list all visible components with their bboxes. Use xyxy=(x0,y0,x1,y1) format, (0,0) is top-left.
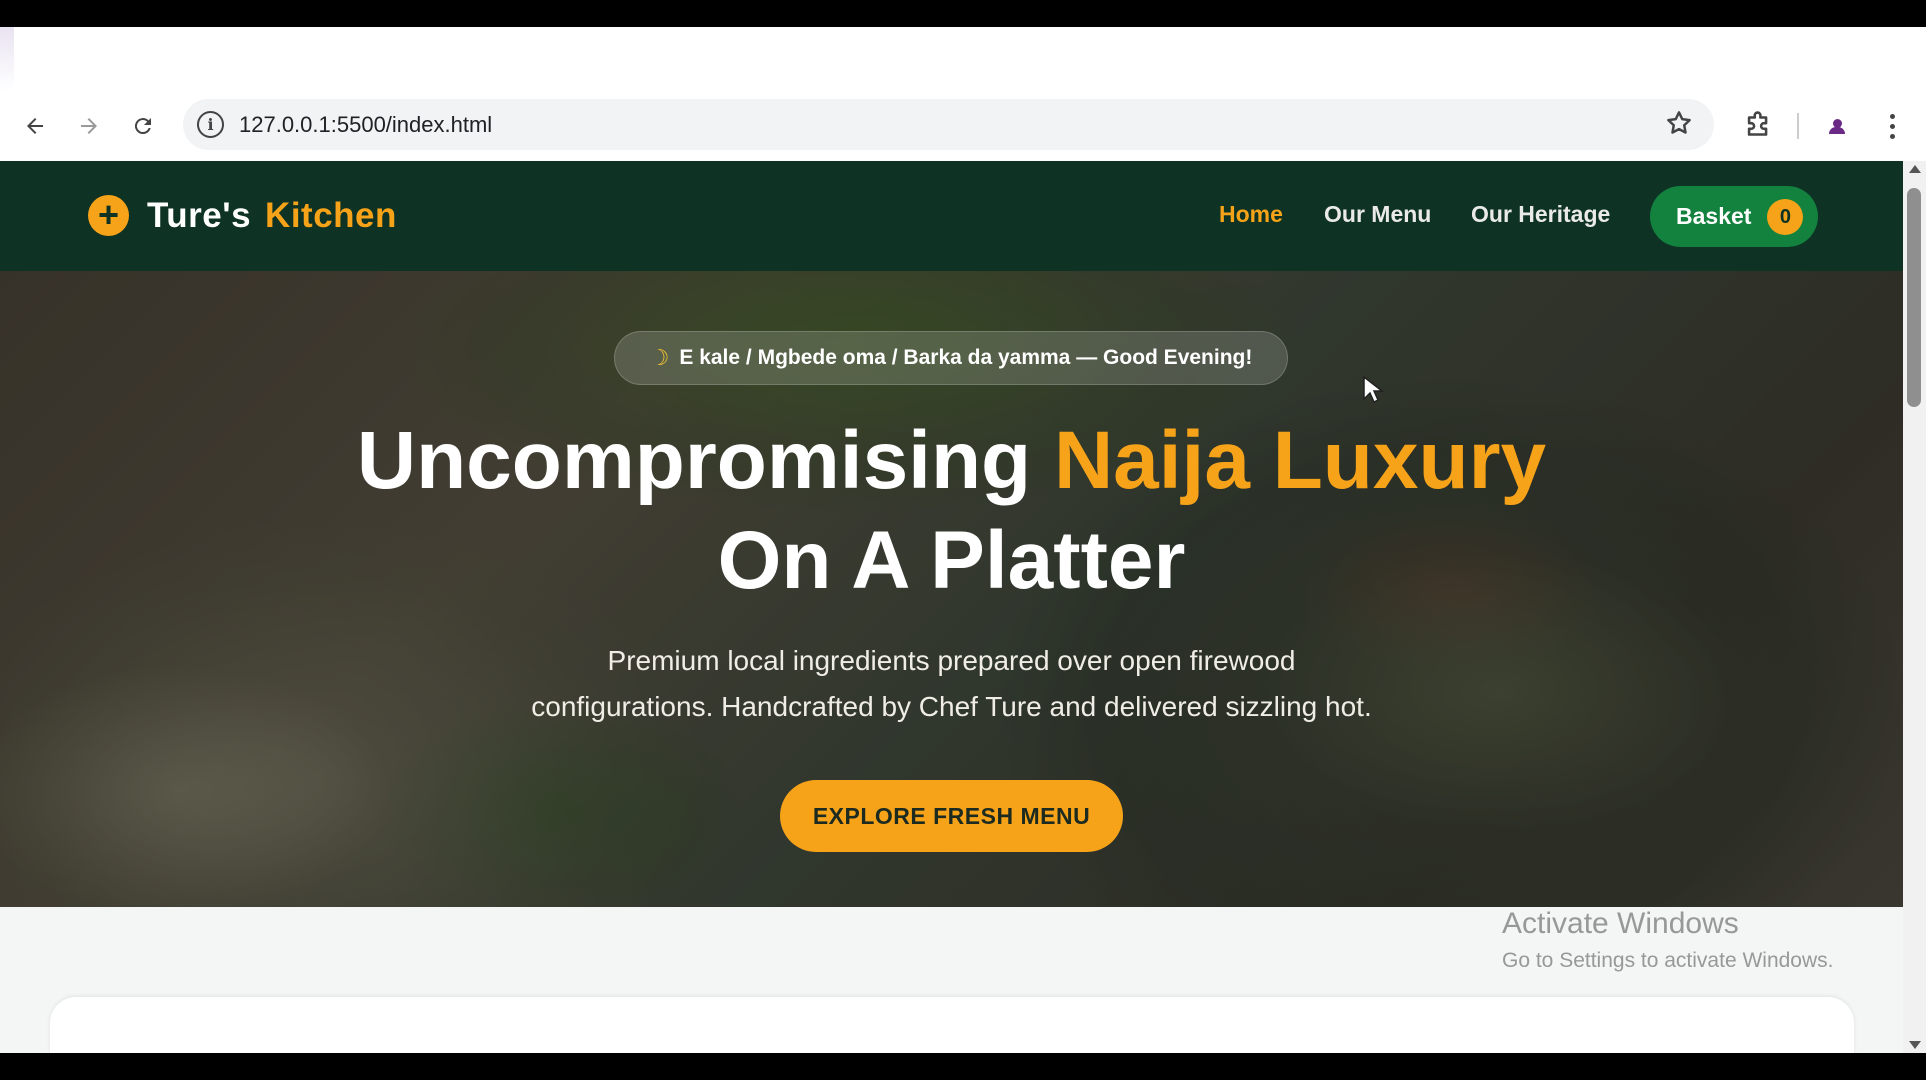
hero-subcopy-line-2: configurations. Handcrafted by Chef Ture… xyxy=(531,691,1372,722)
greeting-text: E kale / Mgbede oma / Barka da yamma — G… xyxy=(679,346,1253,369)
basket-button[interactable]: Basket 0 xyxy=(1650,186,1818,247)
site-logo[interactable]: + Ture's Kitchen xyxy=(88,195,397,236)
explore-menu-button[interactable]: EXPLORE FRESH MENU xyxy=(780,780,1123,852)
headline-accent: Naija Luxury xyxy=(1053,415,1547,506)
forward-button[interactable] xyxy=(70,107,108,145)
headline-text: Uncompromising xyxy=(356,415,1032,506)
back-button[interactable] xyxy=(16,107,54,145)
hero-headline-line-2: On A Platter xyxy=(717,515,1186,606)
nav-home[interactable]: Home xyxy=(1219,201,1283,228)
page-scrollbar[interactable] xyxy=(1903,161,1926,1053)
screen-top-edge xyxy=(0,0,1926,27)
kebab-dot xyxy=(1889,123,1895,129)
nav-our-heritage[interactable]: Our Heritage xyxy=(1471,201,1610,228)
scroll-thumb[interactable] xyxy=(1907,188,1921,407)
activate-windows-title: Activate Windows xyxy=(1502,907,1739,940)
nav-our-menu[interactable]: Our Menu xyxy=(1324,201,1431,228)
activate-windows-subtitle: Go to Settings to activate Windows. xyxy=(1502,949,1834,972)
basket-count-badge: 0 xyxy=(1767,198,1804,235)
hero-section: ☽ E kale / Mgbede oma / Barka da yamma —… xyxy=(0,271,1903,907)
page-viewport: + Ture's Kitchen Home Our Menu Our Herit… xyxy=(0,161,1903,1053)
url-text[interactable]: 127.0.0.1:5500/index.html xyxy=(239,112,492,138)
toolbar-divider xyxy=(1797,113,1799,139)
content-card xyxy=(50,997,1854,1053)
browser-tab-strip xyxy=(0,27,1926,91)
mouse-cursor-icon xyxy=(1363,375,1384,404)
logo-accent: Kitchen xyxy=(265,195,397,235)
screen-bottom-edge xyxy=(0,1053,1926,1080)
address-bar[interactable]: i 127.0.0.1:5500/index.html xyxy=(183,99,1714,150)
more-vertical-icon[interactable] xyxy=(1880,109,1904,143)
puzzle-icon[interactable] xyxy=(1742,109,1776,143)
logo-plus-icon: + xyxy=(88,195,129,236)
site-header: + Ture's Kitchen Home Our Menu Our Herit… xyxy=(0,161,1903,271)
profile-body xyxy=(1829,127,1845,134)
person-icon[interactable] xyxy=(1820,109,1854,143)
logo-name: Ture's xyxy=(147,195,252,235)
browser-toolbar: i 127.0.0.1:5500/index.html xyxy=(0,91,1926,161)
kebab-dot xyxy=(1889,113,1895,119)
bookmark-star-icon[interactable] xyxy=(1664,108,1694,146)
moon-icon: ☽ xyxy=(649,345,670,370)
arrow-left-icon xyxy=(27,118,43,134)
hero-headline-line-1: Uncompromising Naija Luxury xyxy=(0,411,1903,511)
reload-icon xyxy=(134,118,151,135)
hero-subcopy-line-1: Premium local ingredients prepared over … xyxy=(607,645,1296,676)
reload-button[interactable] xyxy=(124,107,162,145)
scroll-up-arrow-icon[interactable] xyxy=(1909,165,1921,173)
scroll-down-arrow-icon[interactable] xyxy=(1909,1041,1921,1049)
kebab-dot xyxy=(1889,133,1895,139)
info-icon[interactable]: i xyxy=(197,111,224,138)
tab-strip-accent xyxy=(0,27,14,91)
greeting-pill: ☽ E kale / Mgbede oma / Barka da yamma —… xyxy=(614,331,1288,385)
arrow-right-icon xyxy=(81,118,97,134)
basket-label: Basket xyxy=(1676,203,1752,229)
